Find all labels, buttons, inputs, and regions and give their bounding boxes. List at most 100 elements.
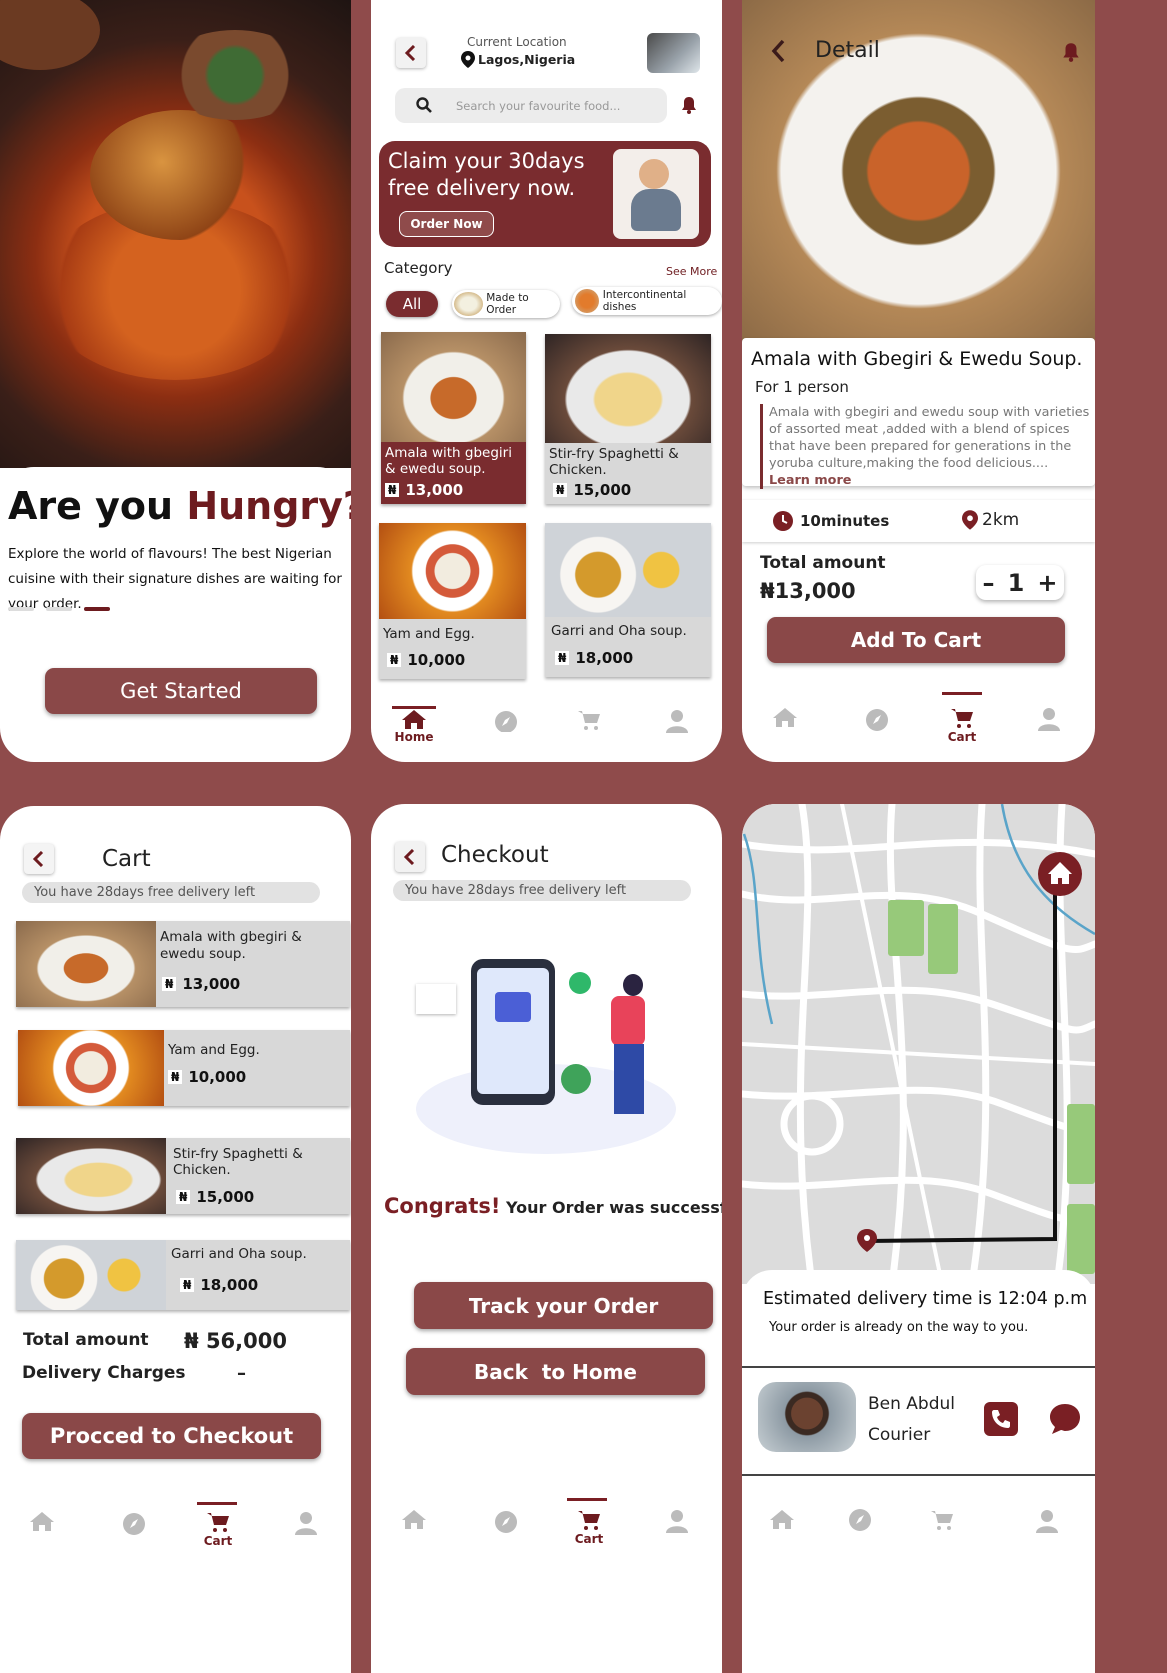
chip-made-to-order[interactable]: Made to Order [452,290,560,318]
chat-bubble-icon [1050,1404,1080,1434]
home-marker-icon [1038,852,1082,896]
hero-food-image [0,0,351,468]
food-image [379,523,526,619]
order-now-button[interactable]: Order Now [399,211,494,237]
nav-profile[interactable] [1019,706,1079,732]
detail-food-image [742,0,1095,342]
decrease-button[interactable]: – [983,569,995,597]
map-pin-icon [461,51,475,68]
nav-home[interactable] [752,1508,812,1530]
compass-icon [123,1513,145,1535]
nav-home[interactable]: Home [384,706,444,744]
back-button[interactable] [24,844,54,874]
eta-subtext: Your order is already on the way to you. [769,1320,1029,1335]
nav-profile[interactable] [647,708,707,734]
total-value: ₦ 56,000 [184,1329,287,1353]
food-card-yam[interactable]: Yam and Egg. ₦ 10,000 [379,523,526,679]
nav-cart[interactable]: Cart [188,1502,248,1548]
bell-icon[interactable] [1060,41,1082,63]
nav-profile[interactable] [276,1510,336,1536]
nav-home[interactable] [12,1510,72,1532]
compass-icon [849,1509,871,1531]
cart-icon [578,711,600,730]
distance: 2km [982,510,1020,530]
delivery-map[interactable] [742,804,1095,1284]
food-card-spaghetti[interactable]: Stir-fry Spaghetti & Chicken. ₦ 15,000 [545,334,711,504]
compass-icon [495,711,517,732]
checkout-button[interactable]: Procced to Checkout [22,1413,321,1459]
cart-icon [207,1513,229,1532]
food-image [16,921,156,1007]
chevron-left-icon [404,45,416,61]
search-input[interactable]: Search your favourite food... [456,99,620,113]
info-row: 10minutes 2km [742,500,1095,542]
bottom-nav: Cart [0,1502,351,1572]
nav-cart[interactable] [912,1508,972,1532]
compass-icon [866,709,888,731]
search-icon [416,97,432,113]
order-success-illustration [411,944,681,1159]
food-card-garri[interactable]: Garri and Oha soup. ₦ 18,000 [545,523,711,677]
page-title: Cart [102,846,151,872]
nav-explore[interactable] [476,708,536,732]
home-icon [770,1510,794,1529]
delivery-value: – [237,1363,246,1384]
success-message: Congrats! Your Order was successful. [384,1194,722,1218]
nav-home[interactable] [755,706,815,728]
back-button[interactable] [396,38,426,68]
map-pin-icon [962,510,978,530]
profile-icon [1036,1510,1058,1533]
chat-button[interactable] [1048,1402,1082,1440]
back-to-home-button[interactable]: Back to Home [406,1348,705,1395]
track-order-button[interactable]: Track your Order [414,1282,713,1329]
see-more-link[interactable]: See More [666,265,717,278]
food-card-amala[interactable]: Amala with gbegiri & ewedu soup. ₦ 13,000 [381,332,526,504]
cart-item-garri[interactable]: Garri and Oha soup. ₦ 18,000 [16,1240,350,1310]
avatar[interactable] [647,33,700,73]
chevron-left-icon [771,39,785,63]
cart-item-spaghetti[interactable]: Stir-fry Spaghetti & Chicken. ₦ 15,000 [16,1138,350,1214]
cart-item-amala[interactable]: Amala with gbegiri & ewedu soup. ₦ 13,000 [16,921,350,1007]
increase-button[interactable]: + [1037,569,1057,597]
back-button[interactable] [770,38,786,68]
delivery-info-panel: Estimated delivery time is 12:04 p.m You… [742,1270,1095,1673]
nav-explore[interactable] [104,1512,164,1536]
profile-icon [666,710,688,733]
page-title: Detail [815,38,880,63]
nav-profile[interactable] [647,1508,707,1534]
onboarding-screen: Are you Hungry? Explore the world of fla… [0,0,351,762]
total-label: Total amount [760,553,886,573]
chevron-left-icon [32,851,44,867]
bell-icon[interactable] [679,95,699,115]
nav-cart[interactable]: Cart [932,692,992,744]
back-button[interactable] [395,842,425,872]
nav-explore[interactable] [476,1510,536,1534]
clock-icon [773,511,793,531]
search-bar[interactable]: Search your favourite food... [395,88,667,123]
home-icon [402,1510,426,1529]
category-title: Category [384,259,453,277]
nav-explore[interactable] [847,708,907,732]
chip-all[interactable]: All [386,291,438,317]
learn-more-link[interactable]: Learn more [769,473,851,488]
nav-cart[interactable]: Cart [559,1498,619,1546]
cart-item-yam[interactable]: Yam and Egg. ₦ 10,000 [18,1030,350,1106]
quantity-value: 1 [1007,568,1025,597]
add-to-cart-button[interactable]: Add To Cart [767,617,1065,663]
delivery-label: Delivery Charges [22,1363,186,1383]
bottom-nav: Home [371,700,722,762]
courier-avatar [758,1382,856,1452]
nav-cart[interactable] [559,708,619,732]
food-image [545,523,711,617]
nav-profile[interactable] [1017,1508,1077,1534]
quantity-stepper[interactable]: – 1 + [976,565,1064,600]
nav-home[interactable] [384,1508,444,1530]
get-started-button[interactable]: Get Started [45,668,317,714]
chip-intercontinental[interactable]: Intercontinental dishes [572,287,722,315]
food-image [18,1030,164,1106]
promo-banner[interactable]: Claim your 30days free delivery now. Ord… [379,141,711,247]
location-value[interactable]: Lagos,Nigeria [461,51,575,68]
location-label: Current Location [467,35,567,49]
call-button[interactable] [984,1402,1018,1436]
nav-explore[interactable] [830,1508,890,1532]
